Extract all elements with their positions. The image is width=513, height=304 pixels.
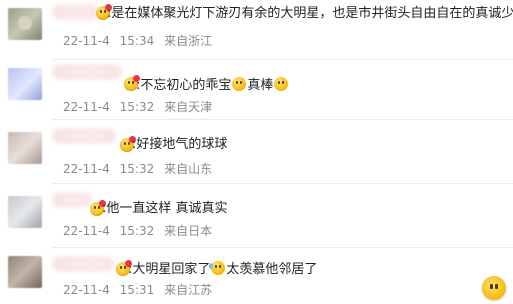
comment-text-part: 真棒 xyxy=(247,78,274,93)
sweat-smile-emoji-icon xyxy=(209,261,226,275)
comment-meta: 22-11-4 15:32 来自日本 xyxy=(63,224,212,238)
comment-item: :不忘初心的乖宝 真棒 22-11-4 15:32 来自天津 xyxy=(0,60,513,120)
avatar[interactable] xyxy=(8,256,42,288)
comment-text: :他一直这样 真诚真实 xyxy=(102,201,228,216)
comment-meta: 22-11-4 15:34 来自浙江 xyxy=(63,34,212,48)
comment-date: 22-11-4 xyxy=(63,283,110,297)
comment-meta: 22-11-4 15:32 来自天津 xyxy=(63,100,212,114)
comment-location: 来自日本 xyxy=(164,224,213,238)
username-blurred[interactable] xyxy=(52,192,92,208)
comment-time: 15:34 xyxy=(119,34,155,48)
comment-location: 来自天津 xyxy=(164,100,213,114)
smiling-emoji-icon xyxy=(274,77,289,91)
comment-text: :不忘初心的乖宝 真棒 xyxy=(136,77,289,94)
comment-location: 来自山东 xyxy=(164,162,213,176)
comment-date: 22-11-4 xyxy=(63,34,110,48)
comment-time: 15:32 xyxy=(119,224,155,238)
divider xyxy=(52,183,513,184)
avatar[interactable] xyxy=(8,132,42,164)
comment-date: 22-11-4 xyxy=(63,162,110,176)
comment-text-part: 太羡慕他邻居了 xyxy=(226,262,318,277)
comment-text: :好接地气的球球 xyxy=(132,137,228,152)
username-blurred[interactable] xyxy=(52,4,98,20)
divider xyxy=(52,119,513,120)
comment-item: :大明星回家了 太羡慕他邻居了 22-11-4 15:31 来自江苏 xyxy=(0,250,513,304)
comment-meta: 22-11-4 15:31 来自江苏 xyxy=(63,283,212,297)
comment-text-part: :不忘初心的乖宝 xyxy=(136,78,232,93)
comment-text-part: :大明星回家了 xyxy=(128,262,211,277)
avatar[interactable] xyxy=(8,196,42,228)
avatar[interactable] xyxy=(8,68,42,100)
comment-date: 22-11-4 xyxy=(63,100,110,114)
comment-meta: 22-11-4 15:32 来自山东 xyxy=(63,162,212,176)
comment-location: 来自浙江 xyxy=(164,34,213,48)
username-blurred[interactable] xyxy=(52,64,122,80)
comment-item: :是在媒体聚光灯下游刃有余的大明星，也是市井街头自由自在的真诚少年 22-11-… xyxy=(0,0,513,60)
comment-item: :好接地气的球球 22-11-4 15:32 来自山东 xyxy=(0,124,513,184)
comment-time: 15:32 xyxy=(119,162,155,176)
emoji-reaction-icon[interactable] xyxy=(482,276,506,300)
username-blurred[interactable] xyxy=(52,256,114,272)
comment-time: 15:31 xyxy=(119,283,155,297)
smiling-emoji-icon xyxy=(232,77,247,91)
username-blurred[interactable] xyxy=(52,128,116,144)
avatar[interactable] xyxy=(8,8,42,40)
comment-time: 15:32 xyxy=(119,100,155,114)
comment-text: :大明星回家了 太羡慕他邻居了 xyxy=(128,261,317,278)
divider xyxy=(52,247,513,248)
comment-item: :他一直这样 真诚真实 22-11-4 15:32 来自日本 xyxy=(0,188,513,248)
comment-date: 22-11-4 xyxy=(63,224,110,238)
comment-text: :是在媒体聚光灯下游刃有余的大明星，也是市井街头自由自在的真诚少年 xyxy=(107,6,513,21)
comment-location: 来自江苏 xyxy=(164,283,213,297)
